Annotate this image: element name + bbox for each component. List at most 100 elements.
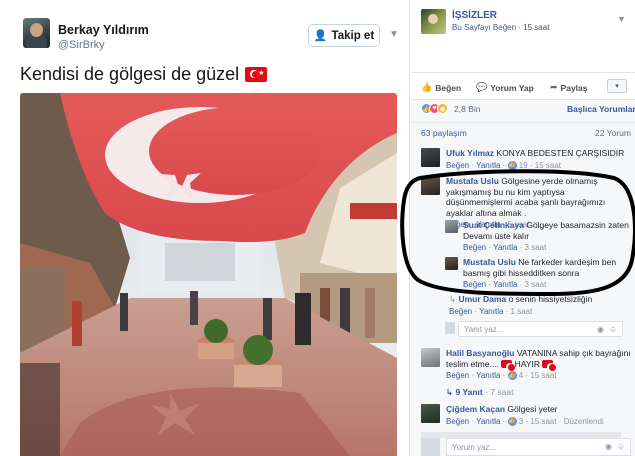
view-replies-label: 9 Yanıt <box>455 387 483 397</box>
reply-like-link[interactable]: Beğen <box>449 307 472 316</box>
reply-input[interactable]: Yanıt yaz... ◉ ☺ <box>458 321 623 337</box>
comment-item: Çiğdem Kaçan Gölgesi yeter Beğen · Yanıt… <box>421 404 631 432</box>
page-avatar[interactable] <box>421 9 446 34</box>
reply-item: ↳ Umur Dama o senin hissiyetsizliğin Beğ… <box>445 294 631 318</box>
comment-meta: Beğen · Yanıtla · 👍 4 · 15 saat <box>446 371 557 381</box>
share-count[interactable]: 63 paylaşım <box>421 128 467 138</box>
like-bubble-icon: 👍 <box>507 371 517 381</box>
reply-text: o senin hissiyetsizliğin <box>508 294 593 304</box>
share-action[interactable]: ➦ Paylaş <box>550 82 588 93</box>
like-action[interactable]: 👍 Beğen <box>421 82 461 93</box>
comment-sort-dropdown[interactable]: Başlıca Yorumlar ▾ <box>567 104 635 115</box>
screenshot-root: Berkay Yıldırım @SirBrky 👤 Takip et ▼ Ke… <box>0 0 635 456</box>
comment-like-count[interactable]: 19 <box>519 161 528 170</box>
comment-action-label: Yorum Yap <box>490 82 534 93</box>
add-user-icon: 👤 <box>313 30 328 42</box>
bazaar-flag-photo <box>20 93 397 456</box>
commenter-name[interactable]: Halil Basyanoğlu <box>446 348 515 358</box>
comment-action[interactable]: 💬 Yorum Yap <box>476 82 534 93</box>
reply-placeholder: Yanıt yaz... <box>464 325 504 334</box>
reply-reply-link[interactable]: Yanıtla <box>493 280 517 289</box>
chevron-down-icon[interactable]: ▼ <box>617 14 626 24</box>
replier-avatar[interactable] <box>445 220 458 233</box>
comment-reply-link[interactable]: Yanıtla <box>476 371 500 380</box>
like-page-link[interactable]: Bu Sayfayı Beğen <box>452 23 516 32</box>
commenter-name[interactable]: Mustafa Uslu <box>446 176 499 186</box>
view-replies-link[interactable]: ↳ 9 Yanıt · 7 saat <box>446 387 513 398</box>
comment-text: KONYA BEDESTEN ÇARŞISIDIR <box>496 148 625 158</box>
page-name[interactable]: İŞSİZLER <box>452 10 497 21</box>
reply-like-link[interactable]: Beğen <box>463 243 486 252</box>
reply-like-link[interactable]: Beğen <box>463 280 486 289</box>
reactions-row: 👍 ♥ ◉ 2,8 Bin Başlıca Yorumlar ▾ <box>411 100 635 122</box>
tweet-card: Berkay Yıldırım @SirBrky 👤 Takip et ▼ Ke… <box>0 0 410 456</box>
comment-like-link[interactable]: Beğen <box>446 371 469 380</box>
camera-icon[interactable]: ◉ <box>597 325 604 334</box>
replier-name[interactable]: Suat Çetinkaya <box>463 220 524 230</box>
reply-time[interactable]: 1 saat <box>511 307 533 316</box>
commenter-avatar[interactable] <box>421 148 440 167</box>
commenter-name[interactable]: Çiğdem Kaçan <box>446 404 505 414</box>
facebook-post-panel: İŞSİZLER Bu Sayfayı Beğen · 15 saat ▼ 👍 … <box>411 0 635 456</box>
current-user-avatar <box>421 438 440 456</box>
camera-icon[interactable]: ◉ <box>605 442 612 451</box>
comment-item: Halil Basyanoğlu VATANINA sahip çık bayr… <box>421 348 631 390</box>
reply-time[interactable]: 3 saat <box>525 243 547 252</box>
reply-reply-link[interactable]: Yanıtla <box>479 307 503 316</box>
emoji-icon[interactable]: ☺ <box>609 325 617 334</box>
tweet-text-row: Kendisi de gölgesi de güzel ★ <box>20 64 268 85</box>
reply-reply-link[interactable]: Yanıtla <box>493 243 517 252</box>
comment-placeholder: Yorum yaz... <box>452 443 497 452</box>
edited-label[interactable]: Düzenlendi <box>564 417 604 426</box>
emoji-icon[interactable]: ☺ <box>617 442 625 451</box>
tweet-author-name[interactable]: Berkay Yıldırım <box>58 23 149 37</box>
follow-button[interactable]: 👤 Takip et <box>308 24 380 47</box>
thumbs-up-icon: 👍 <box>421 82 433 92</box>
comment-list: Ufuk Yılmaz KONYA BEDESTEN ÇARŞISIDIR Be… <box>411 142 635 456</box>
commenter-avatar[interactable] <box>421 176 440 195</box>
reply-meta: Beğen · Yanıtla · 3 saat <box>463 243 547 252</box>
reply-meta: Beğen · Yanıtla · 1 saat <box>449 306 533 316</box>
replier-name[interactable]: Umur Dama <box>458 294 506 304</box>
commenter-avatar[interactable] <box>421 404 440 423</box>
write-comment-row: Yorum yaz... ◉ ☺ <box>421 438 631 456</box>
share-action-label: Paylaş <box>560 82 588 93</box>
tweet-photo[interactable] <box>20 93 397 456</box>
turkish-flag-emoji-icon <box>501 360 516 372</box>
replier-name[interactable]: Mustafa Uslu <box>463 257 516 267</box>
like-bubble-icon: 👍 <box>507 160 517 170</box>
angry-reaction-icon[interactable]: ◉ <box>437 103 448 114</box>
comment-reply-link[interactable]: Yanıtla <box>476 417 500 426</box>
turkish-flag-emoji-icon <box>542 360 557 372</box>
commenter-avatar[interactable] <box>421 348 440 367</box>
turkish-flag-emoji-icon: ★ <box>245 67 268 82</box>
comment-time[interactable]: 15 saat <box>535 161 561 170</box>
like-bubble-icon: 👍 <box>507 416 517 426</box>
share-comment-counts: 63 paylaşım 22 Yorum <box>411 122 635 142</box>
reply-item: Suat Çetinkaya Gölgeye basamazsin zaten … <box>445 220 631 256</box>
tweet-text: Kendisi de gölgesi de güzel <box>20 64 240 84</box>
fb-action-bar: 👍 Beğen 💬 Yorum Yap ➦ Paylaş ▾ <box>411 72 635 100</box>
comment-like-count[interactable]: 4 <box>519 371 523 380</box>
comment-text: Gölgesi yeter <box>507 404 558 414</box>
comment-item: Ufuk Yılmaz KONYA BEDESTEN ÇARŞISIDIR Be… <box>421 148 631 174</box>
reply-time[interactable]: 3 saat <box>525 280 547 289</box>
tweet-author-avatar[interactable] <box>23 18 50 48</box>
write-comment-input[interactable]: Yorum yaz... ◉ ☺ <box>446 438 631 456</box>
comment-like-link[interactable]: Beğen <box>446 417 469 426</box>
comment-time[interactable]: 15 saat <box>530 371 556 380</box>
comment-like-count[interactable]: 3 <box>519 417 523 426</box>
page-meta: Bu Sayfayı Beğen · 15 saat <box>452 23 549 32</box>
post-time[interactable]: 15 saat <box>523 23 549 32</box>
comment-meta: Beğen · Yanıtla · 👍 19 · 15 saat <box>446 160 562 170</box>
commenter-name[interactable]: Ufuk Yılmaz <box>446 148 494 158</box>
tweet-author-handle[interactable]: @SirBrky <box>58 39 105 51</box>
comment-reply-link[interactable]: Yanıtla <box>476 161 500 170</box>
replier-avatar[interactable] <box>445 257 458 270</box>
chevron-down-icon[interactable]: ▼ <box>389 29 399 40</box>
share-audience-dropdown[interactable]: ▾ <box>607 79 627 93</box>
reaction-count[interactable]: 2,8 Bin <box>454 104 480 114</box>
comment-time[interactable]: 15 saat <box>530 417 556 426</box>
comment-like-link[interactable]: Beğen <box>446 161 469 170</box>
comment-sort-label: Başlıca Yorumlar <box>567 104 635 114</box>
